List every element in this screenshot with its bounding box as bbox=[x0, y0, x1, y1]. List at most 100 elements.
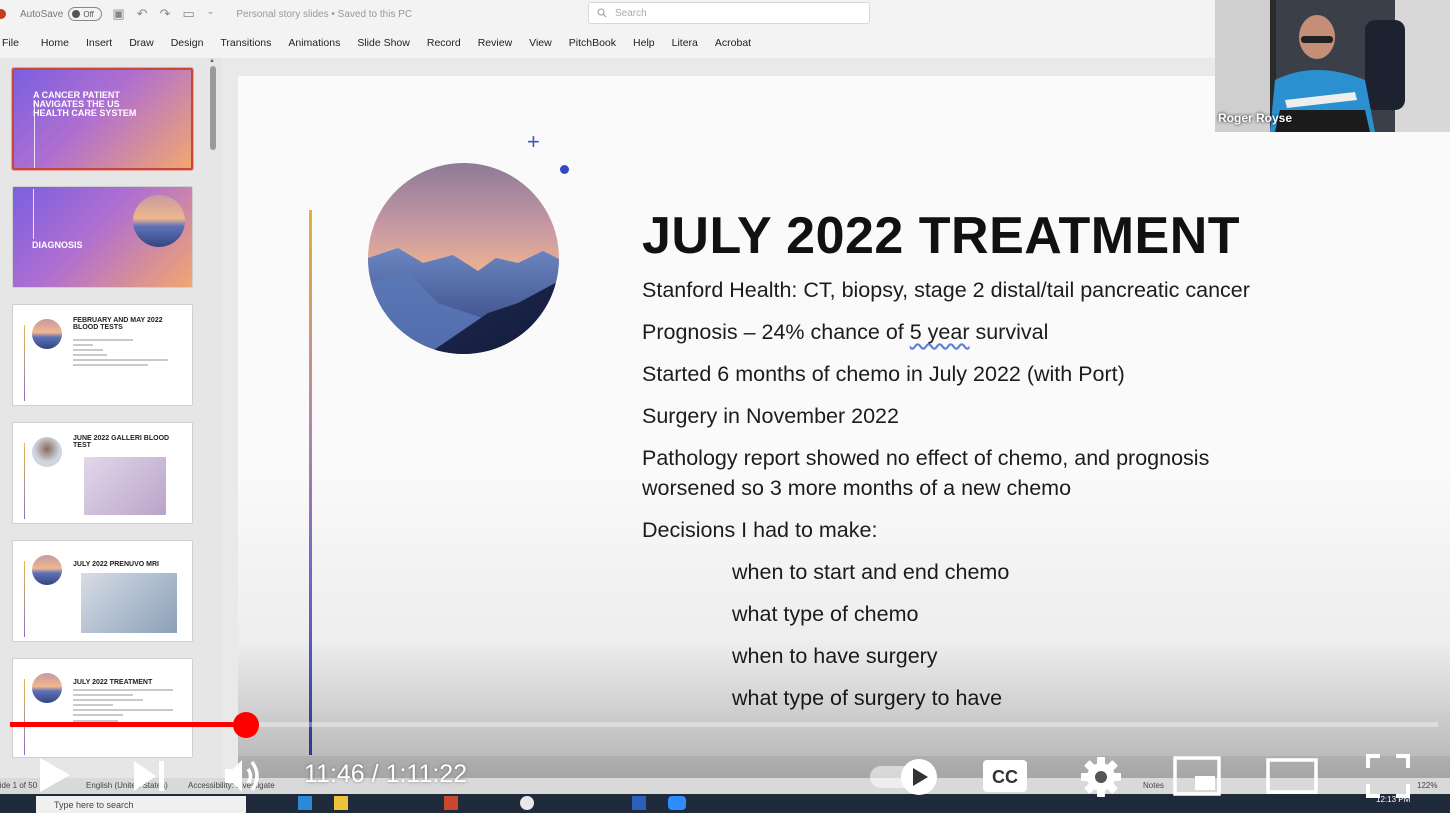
tab-home[interactable]: Home bbox=[41, 37, 69, 49]
slide-thumbnail-4[interactable]: JUNE 2022 GALLERI BLOOD TEST bbox=[12, 422, 193, 524]
file-explorer-icon[interactable] bbox=[334, 796, 348, 810]
slide-thumbnail-title: A CANCER PATIENT NAVIGATES THE US HEALTH… bbox=[33, 90, 137, 118]
mountain-image bbox=[32, 319, 62, 349]
tab-design[interactable]: Design bbox=[171, 37, 204, 49]
tab-record[interactable]: Record bbox=[427, 37, 461, 49]
slide-counter: lide 1 of 50 bbox=[0, 781, 38, 790]
fullscreen-icon bbox=[1366, 754, 1410, 798]
slide-subitem[interactable]: when to have surgery bbox=[732, 641, 938, 671]
mountain-image bbox=[32, 555, 62, 585]
search-icon bbox=[597, 8, 607, 18]
slide-thumbnail-2[interactable]: DIAGNOSIS bbox=[12, 186, 193, 288]
autosave-control[interactable]: AutoSave Off bbox=[20, 7, 103, 21]
slide-subitem[interactable]: what type of surgery to have bbox=[732, 683, 1002, 713]
tab-transitions[interactable]: Transitions bbox=[220, 37, 271, 49]
fullscreen-button[interactable] bbox=[1366, 754, 1410, 803]
slide-thumbnail-pane: A CANCER PATIENT NAVIGATES THE US HEALTH… bbox=[0, 58, 222, 778]
slide-subitem[interactable]: when to start and end chemo bbox=[732, 557, 1009, 587]
play-button[interactable] bbox=[38, 756, 72, 799]
zoom-level[interactable]: 122% bbox=[1417, 781, 1437, 790]
tab-view[interactable]: View bbox=[529, 37, 552, 49]
slide-bullet-pathology[interactable]: Pathology report showed no effect of che… bbox=[642, 443, 1209, 473]
svg-text:CC: CC bbox=[992, 767, 1018, 787]
mountain-image bbox=[32, 673, 62, 703]
slide-bullet-surgery[interactable]: Surgery in November 2022 bbox=[642, 401, 899, 431]
mri-photo-image bbox=[81, 573, 177, 633]
plus-decoration-icon: + bbox=[527, 129, 540, 154]
dot-decoration bbox=[560, 165, 569, 174]
slide-bullet-stanford[interactable]: Stanford Health: CT, biopsy, stage 2 dis… bbox=[642, 275, 1250, 305]
word-icon[interactable] bbox=[632, 796, 646, 810]
search-input[interactable]: Search bbox=[588, 2, 870, 24]
autoplay-toggle[interactable] bbox=[868, 759, 940, 800]
chrome-icon[interactable] bbox=[520, 796, 534, 810]
next-button[interactable] bbox=[131, 758, 167, 799]
slide-thumbnail-title: DIAGNOSIS bbox=[32, 240, 83, 250]
slide-title[interactable]: JULY 2022 TREATMENT bbox=[642, 206, 1240, 266]
autosave-label: AutoSave bbox=[20, 8, 64, 20]
search-placeholder: Search bbox=[615, 7, 647, 19]
slide-bullet-started-chemo[interactable]: Started 6 months of chemo in July 2022 (… bbox=[642, 359, 1125, 389]
closed-captions-icon: CC bbox=[983, 760, 1027, 792]
tab-animations[interactable]: Animations bbox=[288, 37, 340, 49]
customize-quick-access-icon[interactable]: ⌄ bbox=[207, 6, 215, 22]
thumbnail-scrollbar[interactable]: ▲ bbox=[209, 58, 217, 778]
theater-mode-button[interactable] bbox=[1266, 758, 1318, 799]
captions-button[interactable]: CC bbox=[982, 759, 1028, 798]
document-title[interactable]: Personal story slides • Saved to this PC bbox=[236, 9, 412, 20]
tab-insert[interactable]: Insert bbox=[86, 37, 112, 49]
portrait-image bbox=[32, 437, 62, 467]
tab-help[interactable]: Help bbox=[633, 37, 655, 49]
tab-review[interactable]: Review bbox=[478, 37, 512, 49]
powerpoint-logo-icon bbox=[0, 9, 6, 19]
scroll-up-icon[interactable]: ▲ bbox=[209, 58, 215, 64]
tab-litera[interactable]: Litera bbox=[672, 37, 698, 49]
mountain-image bbox=[133, 195, 185, 247]
save-icon[interactable]: ▣ bbox=[112, 6, 124, 22]
skip-next-icon bbox=[134, 761, 164, 791]
notes-button[interactable]: Notes bbox=[1143, 781, 1164, 790]
undo-icon[interactable]: ↶ bbox=[137, 6, 148, 22]
accent-vertical-rule bbox=[309, 210, 312, 755]
slide-thumbnail-3[interactable]: FEBRUARY AND MAY 2022 BLOOD TESTS bbox=[12, 304, 193, 406]
windows-taskbar: Type here to search 12:13 PM bbox=[0, 794, 1450, 813]
miniplayer-button[interactable] bbox=[1173, 756, 1221, 801]
autoplay-icon bbox=[870, 759, 937, 795]
volume-icon bbox=[225, 760, 259, 792]
slide-bullet-pathology-cont[interactable]: worsened so 3 more months of a new chemo bbox=[642, 473, 1071, 503]
settings-button[interactable] bbox=[1080, 756, 1122, 803]
tab-acrobat[interactable]: Acrobat bbox=[715, 37, 751, 49]
slide-thumbnail-title: JUNE 2022 GALLERI BLOOD TEST bbox=[73, 435, 170, 449]
slide-bullet-prognosis[interactable]: Prognosis – 24% chance of 5 year surviva… bbox=[642, 317, 1048, 347]
volume-button[interactable] bbox=[222, 756, 264, 801]
progress-bar-played bbox=[10, 722, 246, 727]
status-bar: lide 1 of 50 English (United States) Acc… bbox=[0, 778, 1450, 794]
slide-thumbnail-title: FEBRUARY AND MAY 2022 BLOOD TESTS bbox=[73, 317, 163, 331]
tab-pitchbook[interactable]: PitchBook bbox=[569, 37, 616, 49]
play-icon bbox=[40, 758, 70, 792]
mountain-image bbox=[368, 163, 559, 354]
autosave-toggle[interactable]: Off bbox=[68, 7, 103, 21]
slide-bullet-decisions[interactable]: Decisions I had to make: bbox=[642, 515, 877, 545]
miniplayer-icon bbox=[1173, 756, 1221, 796]
slide-thumbnail-title: JULY 2022 PRENUVO MRI bbox=[73, 561, 159, 568]
tab-slide-show[interactable]: Slide Show bbox=[357, 37, 410, 49]
start-slideshow-icon[interactable]: ▭ bbox=[182, 6, 194, 22]
gear-icon bbox=[1081, 757, 1121, 797]
redo-icon[interactable]: ↷ bbox=[160, 6, 171, 22]
time-display: 11:46 / 1:11:22 bbox=[304, 760, 468, 788]
progress-scrubber[interactable] bbox=[233, 712, 259, 738]
webcam-video: Roger Royse bbox=[1215, 0, 1450, 132]
theater-mode-icon bbox=[1266, 758, 1318, 794]
slide-thumbnail-1[interactable]: A CANCER PATIENT NAVIGATES THE US HEALTH… bbox=[12, 68, 193, 170]
edge-icon[interactable] bbox=[298, 796, 312, 810]
photo-image bbox=[84, 457, 166, 515]
slide-thumbnail-6[interactable]: JULY 2022 TREATMENT bbox=[12, 658, 193, 758]
slide-subitem[interactable]: what type of chemo bbox=[732, 599, 918, 629]
zoom-app-icon[interactable] bbox=[668, 796, 686, 810]
powerpoint-taskbar-icon[interactable] bbox=[444, 796, 458, 810]
participant-name: Roger Royse bbox=[1218, 111, 1293, 125]
tab-draw[interactable]: Draw bbox=[129, 37, 154, 49]
tab-file[interactable]: File bbox=[2, 37, 19, 49]
slide-thumbnail-5[interactable]: JULY 2022 PRENUVO MRI bbox=[12, 540, 193, 642]
